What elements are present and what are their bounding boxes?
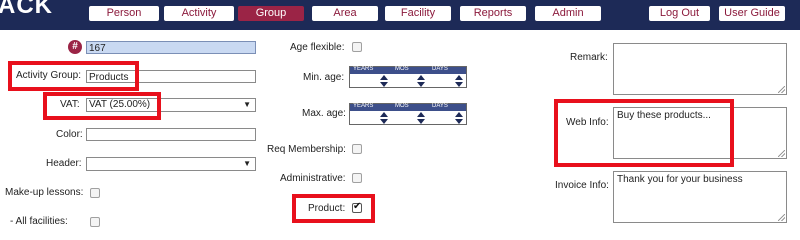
nav-activity-button[interactable]: Activity <box>164 6 234 21</box>
highlight-product <box>292 194 375 223</box>
logout-button[interactable]: Log Out <box>649 6 710 21</box>
user-guide-button[interactable]: User Guide <box>719 6 785 21</box>
years-header: YEARS <box>353 66 374 72</box>
years-header: YEARS <box>353 103 374 109</box>
months-spinner-icon[interactable] <box>417 75 425 87</box>
years-spinner-icon[interactable] <box>380 75 388 87</box>
color-label: Color: <box>56 129 83 140</box>
all-facilities-label: - All facilities: <box>10 216 68 227</box>
days-spinner-icon[interactable] <box>455 112 463 124</box>
dropdown-arrow-icon: ▼ <box>243 100 251 109</box>
makeup-lessons-checkbox[interactable] <box>90 188 100 198</box>
max-age-widget[interactable]: YEARS MOS DAYS <box>349 103 467 125</box>
nav-facility-button[interactable]: Facility <box>385 6 451 21</box>
mos-header: MOS <box>395 103 409 109</box>
remark-textarea[interactable] <box>613 43 787 95</box>
req-membership-label: Req Membership: <box>267 144 346 155</box>
app-logo: ACK <box>0 0 53 19</box>
days-header: DAYS <box>432 66 448 72</box>
days-header: DAYS <box>432 103 448 109</box>
min-age-label: Min. age: <box>303 72 345 83</box>
max-age-header: YEARS MOS DAYS <box>350 103 466 111</box>
group-id-field[interactable]: 167 <box>86 41 256 54</box>
resize-grip-icon[interactable] <box>778 214 785 221</box>
nav-person-button[interactable]: Person <box>89 6 159 21</box>
header-label: Header: <box>46 158 82 169</box>
header-select[interactable]: ▼ <box>86 157 256 171</box>
top-nav-bar: ACK Person Activity Group Area Facility … <box>0 0 800 30</box>
age-flexible-checkbox[interactable] <box>352 42 362 52</box>
administrative-label: Administrative: <box>280 173 346 184</box>
age-flexible-label: Age flexible: <box>290 42 345 53</box>
min-age-widget[interactable]: YEARS MOS DAYS <box>349 66 467 88</box>
color-input[interactable] <box>86 128 256 141</box>
resize-grip-icon[interactable] <box>778 150 785 157</box>
dropdown-arrow-icon: ▼ <box>243 159 251 168</box>
administrative-checkbox[interactable] <box>352 173 362 183</box>
remark-label: Remark: <box>570 52 608 63</box>
years-spinner-icon[interactable] <box>380 112 388 124</box>
id-hash-icon: # <box>68 40 82 54</box>
months-spinner-icon[interactable] <box>417 112 425 124</box>
min-age-header: YEARS MOS DAYS <box>350 66 466 74</box>
highlight-activity-group <box>8 61 139 91</box>
nav-group-button[interactable]: Group <box>238 6 304 21</box>
invoice-info-text: Thank you for your business <box>617 174 743 185</box>
all-facilities-checkbox[interactable] <box>90 217 100 227</box>
highlight-vat <box>43 92 161 120</box>
highlight-web-info <box>554 99 734 167</box>
resize-grip-icon[interactable] <box>778 86 785 93</box>
nav-reports-button[interactable]: Reports <box>460 6 526 21</box>
nav-admin-button[interactable]: Admin <box>535 6 601 21</box>
mos-header: MOS <box>395 66 409 72</box>
invoice-info-textarea[interactable]: Thank you for your business <box>613 171 787 223</box>
makeup-lessons-label: Make-up lessons: <box>5 187 84 198</box>
invoice-info-label: Invoice Info: <box>555 180 609 191</box>
req-membership-checkbox[interactable] <box>352 144 362 154</box>
max-age-label: Max. age: <box>302 108 346 119</box>
nav-area-button[interactable]: Area <box>312 6 378 21</box>
days-spinner-icon[interactable] <box>455 75 463 87</box>
